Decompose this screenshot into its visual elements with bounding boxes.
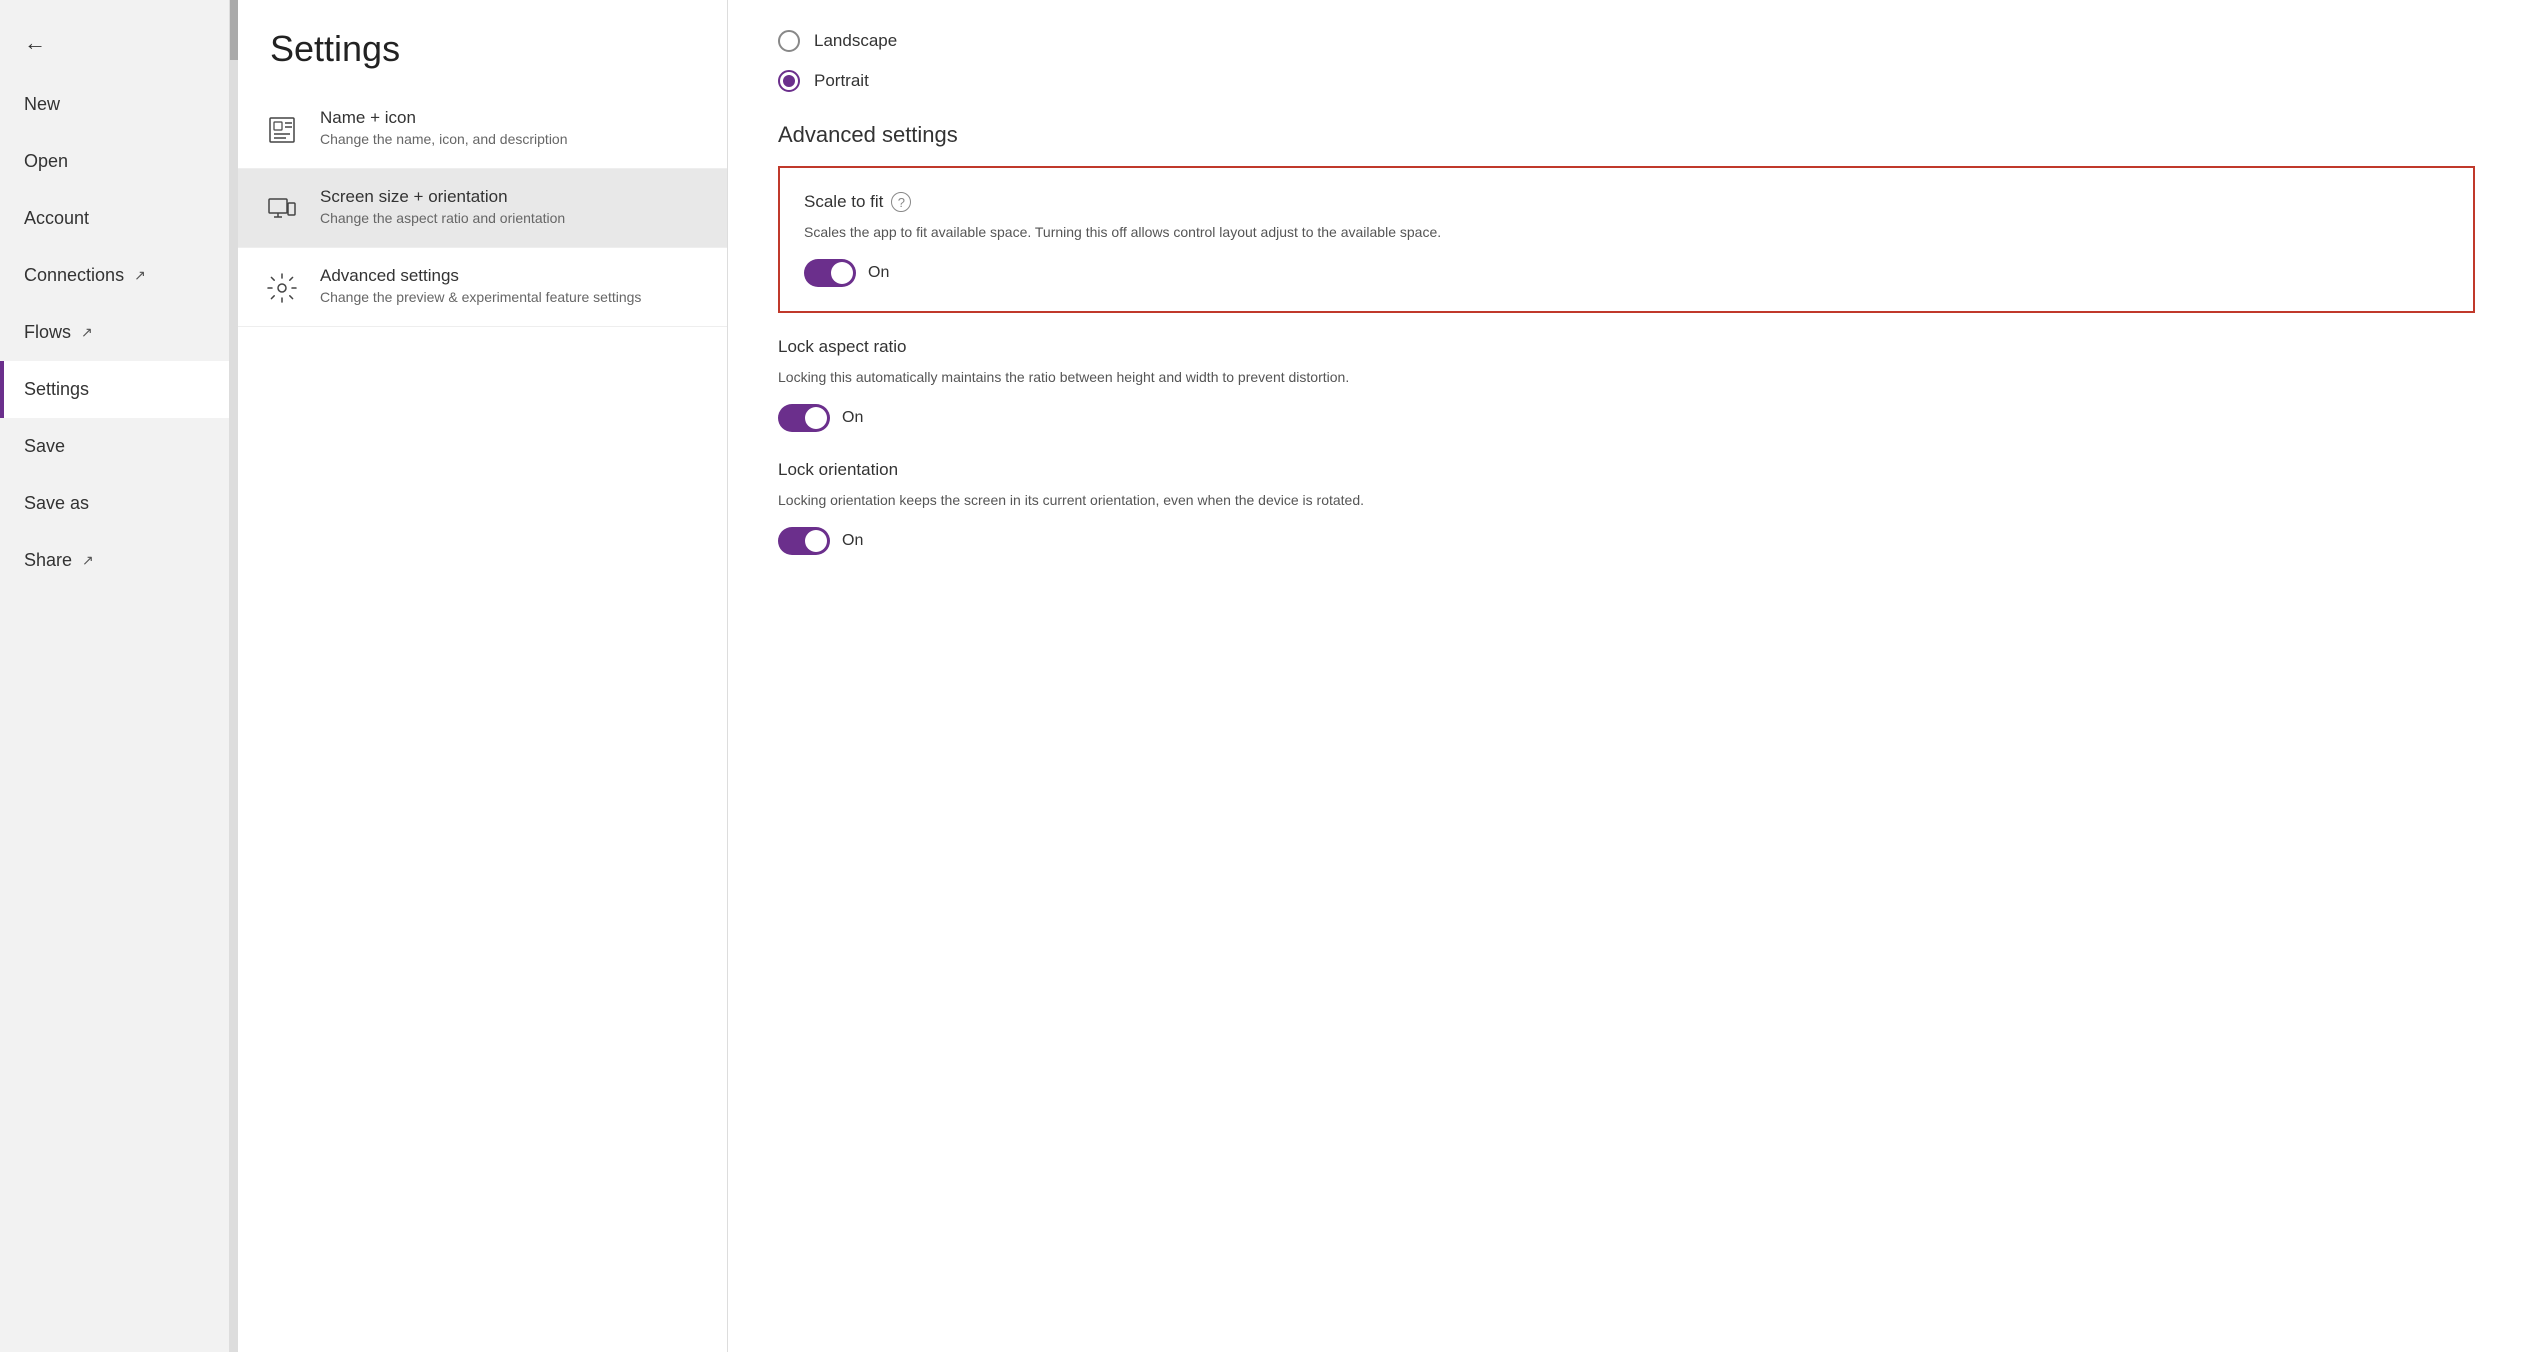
scale-to-fit-row: Scale to fit ? — [804, 192, 2449, 212]
lock-orientation-section: Lock orientation Locking orientation kee… — [778, 460, 2475, 555]
portrait-radio-circle — [778, 70, 800, 92]
settings-menu-screen-size[interactable]: Screen size + orientation Change the asp… — [238, 169, 727, 248]
advanced-section-title: Advanced settings — [778, 122, 2475, 148]
sidebar-scrollbar-thumb[interactable] — [230, 0, 238, 60]
advanced-desc: Change the preview & experimental featur… — [320, 289, 641, 305]
lock-aspect-title: Lock aspect ratio — [778, 337, 907, 357]
lock-orientation-toggle[interactable] — [778, 527, 830, 555]
lock-aspect-desc: Locking this automatically maintains the… — [778, 367, 2475, 388]
content-area: Landscape Portrait Advanced settings Sca… — [728, 0, 2525, 1352]
sidebar-item-new[interactable]: New — [0, 76, 229, 133]
sidebar-item-open[interactable]: Open — [0, 133, 229, 190]
sidebar-scrollbar[interactable] — [230, 0, 238, 1352]
sidebar-item-label-save: Save — [24, 436, 65, 457]
landscape-radio-label: Landscape — [814, 31, 897, 51]
scale-to-fit-toggle-row: On — [804, 259, 2449, 287]
scale-to-fit-toggle-knob — [831, 262, 853, 284]
back-button[interactable]: ← — [0, 10, 229, 76]
settings-panel: Settings Name + icon Change the name, ic… — [238, 0, 728, 1352]
landscape-radio[interactable]: Landscape — [778, 30, 2475, 52]
sidebar-item-save-as[interactable]: Save as — [0, 475, 229, 532]
landscape-radio-circle — [778, 30, 800, 52]
external-link-icon-share: ↗ — [82, 552, 94, 569]
external-link-icon-connections: ↗ — [134, 267, 146, 284]
lock-orientation-toggle-label: On — [842, 532, 863, 550]
name-icon-desc: Change the name, icon, and description — [320, 131, 568, 147]
sidebar-item-label-open: Open — [24, 151, 68, 172]
sidebar-item-account[interactable]: Account — [0, 190, 229, 247]
sidebar-item-flows[interactable]: Flows ↗ — [0, 304, 229, 361]
name-icon-label: Name + icon — [320, 108, 568, 128]
sidebar-item-label-account: Account — [24, 208, 89, 229]
name-icon-text: Name + icon Change the name, icon, and d… — [320, 108, 568, 147]
lock-aspect-toggle-row: On — [778, 404, 2475, 432]
lock-aspect-toggle[interactable] — [778, 404, 830, 432]
lock-aspect-toggle-label: On — [842, 409, 863, 427]
name-icon-icon — [262, 110, 302, 150]
scale-to-fit-toggle-label: On — [868, 264, 889, 282]
advanced-label: Advanced settings — [320, 266, 641, 286]
sidebar-item-label-new: New — [24, 94, 60, 115]
lock-aspect-section: Lock aspect ratio Locking this automatic… — [778, 337, 2475, 432]
sidebar-item-save[interactable]: Save — [0, 418, 229, 475]
sidebar-item-label-flows: Flows — [24, 322, 71, 343]
advanced-text: Advanced settings Change the preview & e… — [320, 266, 641, 305]
lock-orientation-toggle-knob — [805, 530, 827, 552]
scale-to-fit-toggle[interactable] — [804, 259, 856, 287]
lock-orientation-desc: Locking orientation keeps the screen in … — [778, 490, 2475, 511]
portrait-radio[interactable]: Portrait — [778, 70, 2475, 92]
advanced-settings-icon — [262, 268, 302, 308]
back-arrow-icon: ← — [24, 30, 46, 56]
lock-orientation-toggle-row: On — [778, 527, 2475, 555]
scale-to-fit-box: Scale to fit ? Scales the app to fit ava… — [778, 166, 2475, 313]
sidebar-item-label-share: Share — [24, 550, 72, 571]
scale-to-fit-title: Scale to fit — [804, 192, 883, 212]
sidebar-item-label-save-as: Save as — [24, 493, 89, 514]
sidebar-item-settings[interactable]: Settings — [0, 361, 229, 418]
scale-to-fit-help-icon[interactable]: ? — [891, 192, 911, 212]
external-link-icon-flows: ↗ — [81, 324, 93, 341]
lock-orientation-row: Lock orientation — [778, 460, 2475, 480]
name-icon-svg — [266, 114, 298, 146]
lock-aspect-row: Lock aspect ratio — [778, 337, 2475, 357]
screen-size-icon — [262, 189, 302, 229]
settings-menu-advanced[interactable]: Advanced settings Change the preview & e… — [238, 248, 727, 327]
screen-size-svg — [266, 193, 298, 225]
lock-aspect-toggle-knob — [805, 407, 827, 429]
sidebar-item-label-settings: Settings — [24, 379, 89, 400]
screen-size-label: Screen size + orientation — [320, 187, 565, 207]
settings-title: Settings — [238, 0, 727, 90]
scale-to-fit-desc: Scales the app to fit available space. T… — [804, 222, 2449, 243]
sidebar-item-label-connections: Connections — [24, 265, 124, 286]
sidebar-item-connections[interactable]: Connections ↗ — [0, 247, 229, 304]
sidebar: ← New Open Account Connections ↗ Flows ↗… — [0, 0, 230, 1352]
lock-orientation-title: Lock orientation — [778, 460, 898, 480]
sidebar-item-share[interactable]: Share ↗ — [0, 532, 229, 589]
screen-size-text: Screen size + orientation Change the asp… — [320, 187, 565, 226]
advanced-settings-svg — [266, 272, 298, 304]
screen-size-desc: Change the aspect ratio and orientation — [320, 210, 565, 226]
settings-menu-name-icon[interactable]: Name + icon Change the name, icon, and d… — [238, 90, 727, 169]
orientation-group: Landscape Portrait — [778, 30, 2475, 92]
portrait-radio-label: Portrait — [814, 71, 869, 91]
